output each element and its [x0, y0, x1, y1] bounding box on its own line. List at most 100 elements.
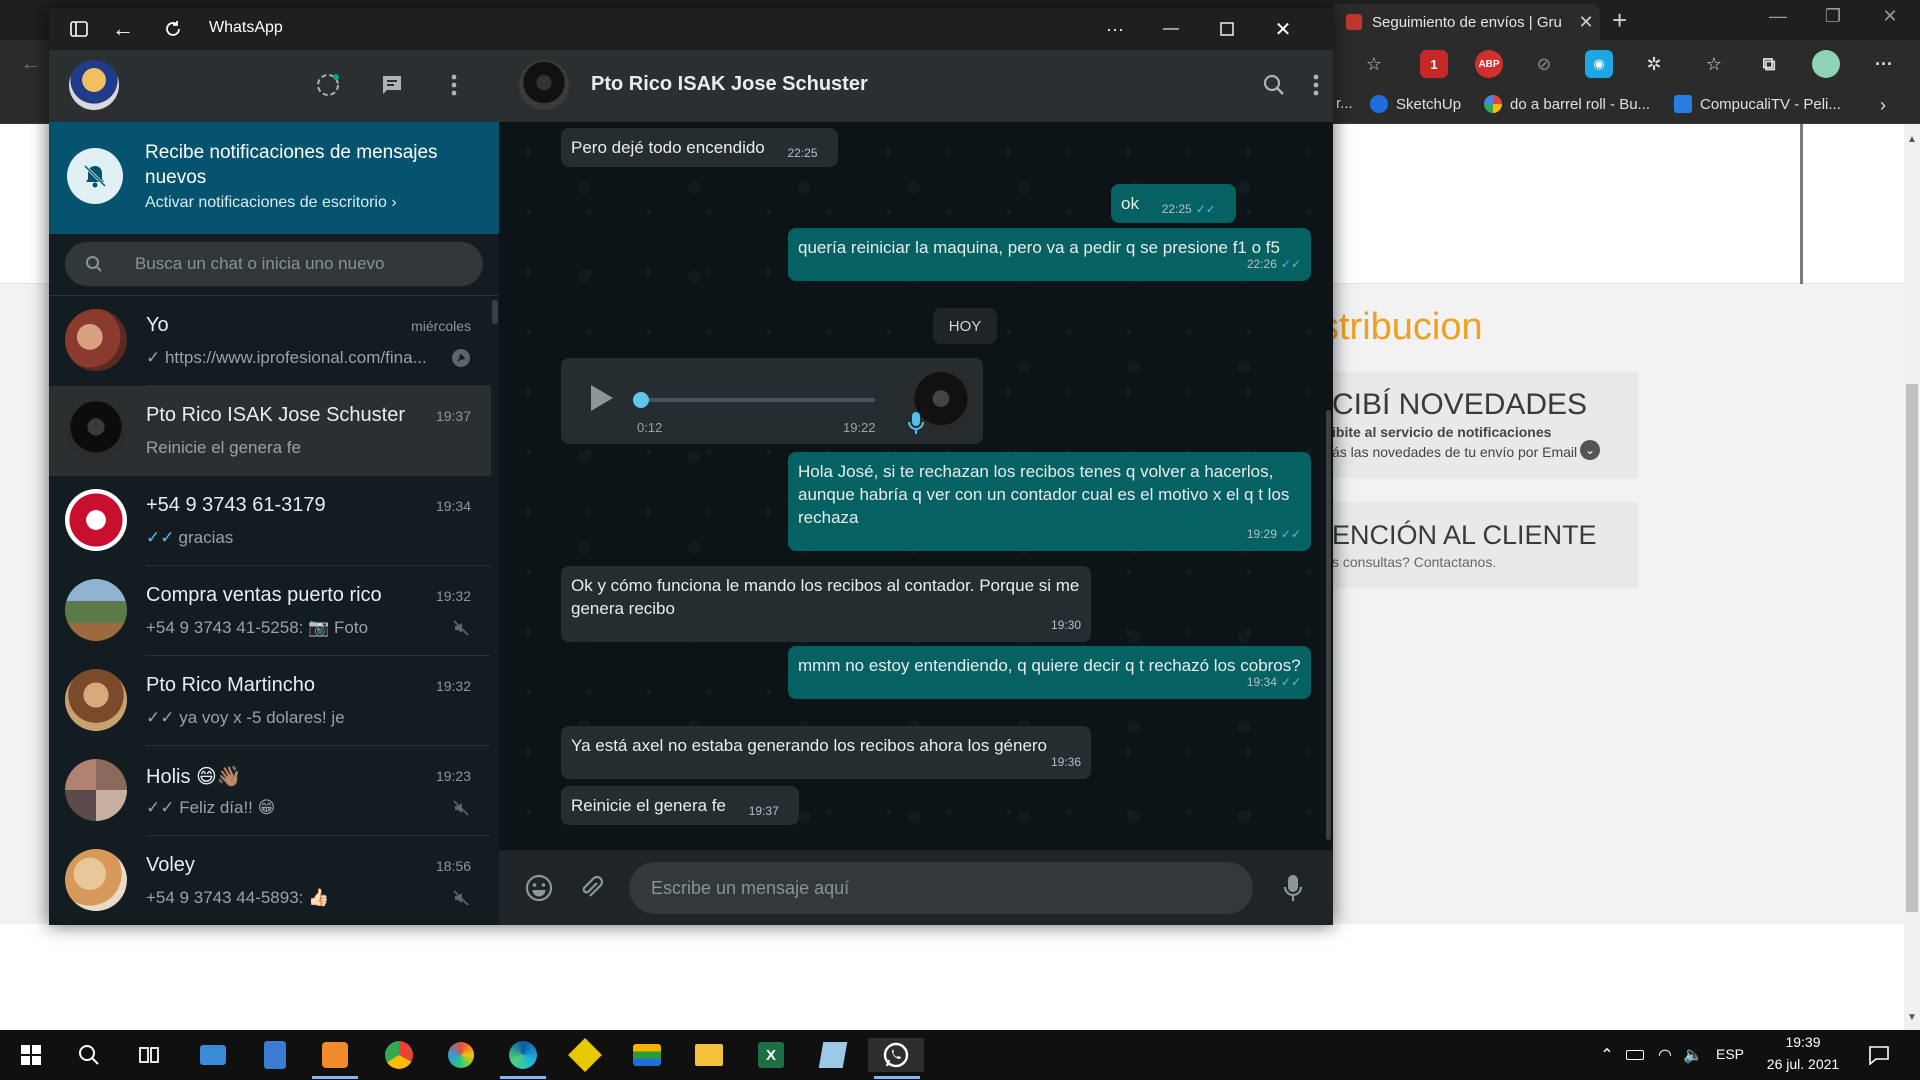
scroll-down-icon[interactable]: ▼ [1906, 1012, 1918, 1023]
browser-menu-icon[interactable]: ··· [1870, 50, 1898, 78]
contact-name[interactable]: Pto Rico ISAK Jose Schuster [591, 73, 868, 96]
collections-icon[interactable]: ⧉ [1755, 50, 1783, 78]
chat-list-item[interactable]: Compra ventas puerto rico 19:32 +54 9 37… [49, 566, 491, 656]
message-scrollbar-thumb[interactable] [1326, 410, 1331, 840]
paint-icon[interactable] [444, 1038, 478, 1072]
voice-progress-knob[interactable] [633, 392, 649, 408]
adblock-icon[interactable]: ABP [1475, 50, 1503, 78]
voice-message[interactable]: 0:12 19:22 [561, 358, 983, 444]
clock-date[interactable]: 26 jul. 2021 [1758, 1056, 1848, 1072]
bookmark-sketchup[interactable]: SketchUp [1370, 95, 1461, 113]
chat-list-item-active[interactable]: Pto Rico ISAK Jose Schuster 19:37 Reinic… [49, 386, 491, 476]
contact-avatar[interactable] [519, 60, 569, 110]
page-scrollbar-thumb[interactable] [1906, 384, 1918, 912]
search-box[interactable] [65, 242, 483, 286]
notes-app-icon[interactable] [816, 1038, 850, 1072]
notifications-icon[interactable] [1862, 1038, 1896, 1072]
play-icon[interactable] [587, 382, 617, 416]
excel-icon[interactable]: X [754, 1038, 788, 1072]
bookmark-item[interactable]: r... [1336, 95, 1353, 112]
favorite-add-icon[interactable]: ☆ [1360, 50, 1388, 78]
message-incoming[interactable]: Ya está axel no estaba generando los rec… [561, 726, 1091, 779]
status-icon[interactable] [313, 70, 343, 100]
mic-icon[interactable] [1277, 872, 1309, 904]
bookmark-compucalitv[interactable]: CompucaliTV - Peli... [1674, 95, 1841, 113]
profile-avatar[interactable] [1812, 50, 1840, 78]
whatsapp-taskbar-icon[interactable] [868, 1038, 924, 1072]
chat-list-item[interactable]: Holis 😄👋🏽 19:23 ✓✓ Feliz día!! 😁 [49, 746, 491, 836]
app-icon[interactable] [568, 1038, 602, 1072]
message-outgoing[interactable]: mmm no estoy entendiendo, q quiere decir… [788, 646, 1311, 699]
refresh-icon[interactable] [153, 8, 193, 50]
emoji-icon[interactable] [523, 872, 555, 904]
back-arrow-icon[interactable]: ← [101, 8, 145, 50]
voice-progress-track[interactable] [639, 398, 875, 402]
chat-list-item[interactable]: Pto Rico Martincho 19:32 ✓✓ ya voy x -5 … [49, 656, 491, 746]
chat-list-item[interactable]: Voley 18:56 +54 9 3743 44-5893: 👍🏻 [49, 836, 491, 925]
message-outgoing[interactable]: Hola José, si te rechazan los recibos te… [788, 452, 1311, 551]
app-icon[interactable] [196, 1038, 230, 1072]
my-avatar[interactable] [69, 60, 119, 110]
message-outgoing[interactable]: ok 22:25 ✓✓ [1111, 184, 1236, 223]
camera-extension-icon[interactable]: ◉ [1585, 50, 1613, 78]
muted-icon [451, 798, 471, 818]
menu-icon[interactable] [1301, 70, 1331, 100]
restore-icon[interactable]: ❐ [1813, 6, 1853, 27]
close-icon[interactable]: ✕ [1261, 8, 1305, 50]
new-tab-button[interactable]: + [1612, 6, 1627, 34]
chat-list-scrollbar-thumb[interactable] [492, 300, 498, 324]
start-menu-icon[interactable] [14, 1038, 48, 1072]
search-icon[interactable] [72, 1038, 106, 1072]
extensions-icon[interactable]: ✲ [1640, 50, 1668, 78]
bookmarks-overflow-icon[interactable]: › [1880, 95, 1886, 116]
calculator-icon[interactable] [258, 1038, 292, 1072]
edge-icon[interactable] [506, 1038, 540, 1072]
browser-tab[interactable]: Seguimiento de envíos | Grupo L ✕ [1330, 4, 1600, 40]
more-options-icon[interactable]: ··· [1093, 8, 1137, 50]
message-area[interactable]: Pero dejé todo encendido 22:25 ok 22:25 ✓… [499, 122, 1333, 850]
enable-notifications-link[interactable]: Activar notificaciones de escritorio › [145, 194, 397, 212]
search-icon[interactable] [1259, 70, 1289, 100]
message-incoming[interactable]: Pero dejé todo encendido 22:25 [561, 128, 838, 167]
minimize-icon[interactable]: — [1758, 6, 1798, 27]
layers-app-icon[interactable] [630, 1038, 664, 1072]
search-input[interactable] [135, 254, 475, 274]
message-input[interactable] [629, 862, 1253, 914]
menu-icon[interactable] [439, 70, 469, 100]
scroll-up-icon[interactable]: ▲ [1906, 134, 1918, 145]
customer-care-card[interactable]: ENCIÓN AL CLIENTE s consultas? Contactan… [1320, 502, 1638, 588]
chat-list-item[interactable]: +54 9 3743 61-3179 19:34 ✓✓ gracias [49, 476, 491, 566]
tab-close-icon[interactable]: ✕ [1572, 12, 1600, 33]
minimize-icon[interactable]: — [1149, 8, 1193, 50]
volume-icon[interactable]: 🔈 [1676, 1038, 1710, 1072]
back-arrow-icon[interactable]: ← [20, 50, 42, 76]
file-explorer-icon[interactable] [692, 1038, 726, 1072]
clock-time[interactable]: 19:39 [1758, 1034, 1848, 1050]
notification-banner[interactable]: Recibe notificaciones de mensajes nuevos… [49, 122, 499, 234]
close-icon[interactable]: ✕ [1870, 6, 1910, 27]
message-incoming[interactable]: Reinicie el genera fe 19:37 [561, 786, 799, 825]
extension-icon[interactable]: 1 [1420, 50, 1448, 78]
battery-icon[interactable] [1618, 1038, 1652, 1072]
message-incoming[interactable]: Ok y cómo funciona le mando los recibos … [561, 566, 1091, 642]
message-outgoing[interactable]: quería reiniciar la maquina, pero va a p… [788, 228, 1311, 281]
bookmark-barrel-roll[interactable]: do a barrel roll - Bu... [1484, 95, 1650, 113]
notification-title: Recibe notificaciones de mensajes nuevos [145, 142, 438, 188]
task-view-icon[interactable] [132, 1038, 166, 1072]
conversation-header[interactable]: Pto Rico ISAK Jose Schuster [499, 50, 1333, 122]
attach-icon[interactable] [575, 872, 607, 904]
new-chat-icon[interactable] [377, 70, 407, 100]
chrome-icon[interactable] [382, 1038, 416, 1072]
sync-extension-icon[interactable]: ⊘ [1530, 50, 1558, 78]
sidebar-toggle-icon[interactable] [57, 8, 101, 50]
chat-item-body: +54 9 3743 61-3179 19:34 ✓✓ gracias [146, 476, 491, 566]
media-player-icon[interactable] [318, 1038, 352, 1072]
chevron-down-icon[interactable]: ⌄ [1580, 440, 1600, 460]
language-indicator[interactable]: ESP [1716, 1046, 1744, 1062]
chat-list-item[interactable]: Yo miércoles ✓ https://www.iprofesional.… [49, 296, 491, 386]
maximize-icon[interactable] [1205, 8, 1249, 50]
news-card[interactable]: CIBÍ NOVEDADES ibite al servicio de noti… [1320, 372, 1638, 478]
muted-icon [451, 888, 471, 908]
chat-list-scrollbar[interactable] [491, 296, 499, 925]
favorites-icon[interactable]: ☆ [1700, 50, 1728, 78]
